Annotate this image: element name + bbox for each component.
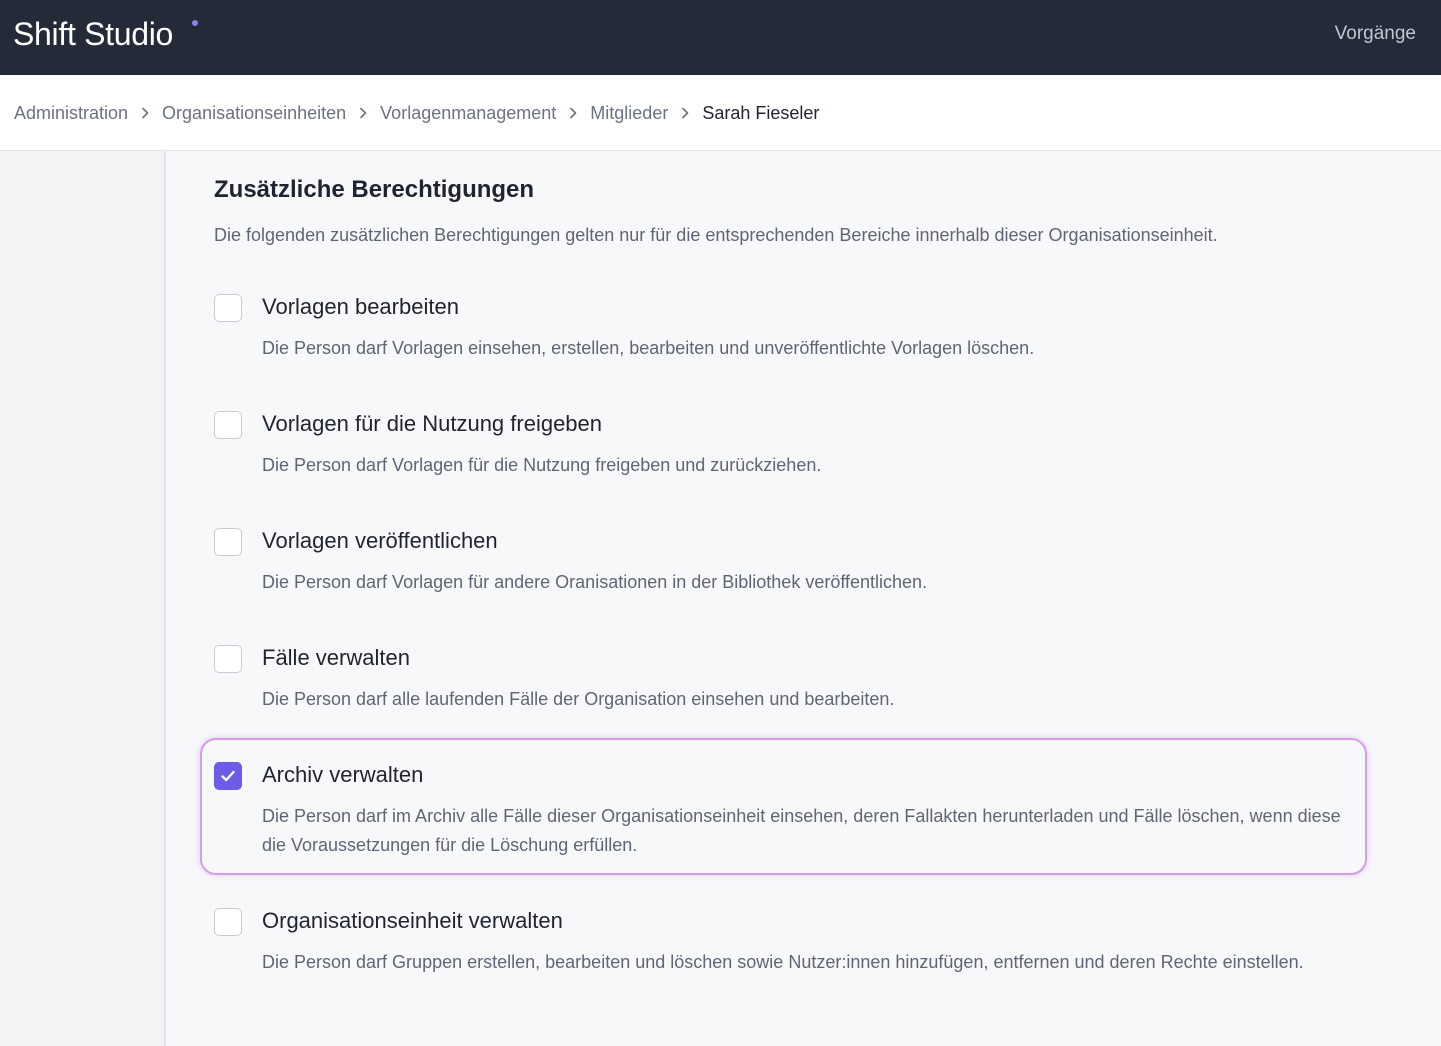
breadcrumb-administration[interactable]: Administration <box>14 101 128 125</box>
chevron-right-icon <box>346 107 380 119</box>
breadcrumb-mitglieder[interactable]: Mitglieder <box>590 101 668 125</box>
section-title: Zusätzliche Berechtigungen <box>214 176 535 203</box>
permission-description: Die Person darf Gruppen erstellen, bearb… <box>262 952 1304 972</box>
chevron-right-icon <box>668 107 702 119</box>
breadcrumb: Administration Organisationseinheiten Vo… <box>14 101 819 125</box>
breadcrumb-bar: Administration Organisationseinheiten Vo… <box>0 75 1441 151</box>
permission-description: Die Person darf Vorlagen einsehen, erste… <box>262 338 1035 358</box>
breadcrumb-current-member: Sarah Fieseler <box>702 103 820 123</box>
chevron-right-icon <box>556 107 590 119</box>
permission-description: Die Person darf alle laufenden Fälle der… <box>262 689 895 709</box>
breadcrumb-organisationseinheiten[interactable]: Organisationseinheiten <box>162 101 346 125</box>
permission-checkbox[interactable] <box>214 294 242 322</box>
permission-title: Fälle verwalten <box>262 645 410 670</box>
permission-checkbox[interactable] <box>214 528 242 556</box>
brand-dot <box>192 20 198 26</box>
nav-link-vorgaenge[interactable]: Vorgänge <box>1335 22 1416 46</box>
permission-title: Organisationseinheit verwalten <box>262 908 563 933</box>
chevron-right-icon <box>128 107 162 119</box>
permission-checkbox[interactable] <box>214 411 242 439</box>
top-bar: Shift Studio Vorgänge <box>0 0 1441 75</box>
permission-description: Die Person darf im Archiv alle Fälle die… <box>262 806 1341 855</box>
permission-title: Vorlagen veröffentlichen <box>262 528 498 553</box>
permission-title: Archiv verwalten <box>262 762 424 787</box>
permission-title: Vorlagen für die Nutzung freigeben <box>262 411 603 436</box>
permission-item-archiv-verwalten: Archiv verwalten Die Person darf im Arch… <box>200 738 1367 875</box>
main-content: Zusätzliche Berechtigungen Die folgenden… <box>166 151 1441 1046</box>
permission-checkbox[interactable] <box>214 908 242 936</box>
brand-logo[interactable]: Shift Studio <box>13 14 173 54</box>
checkmark-icon <box>221 770 235 782</box>
permission-checkbox[interactable] <box>214 645 242 673</box>
permission-checkbox-checked[interactable] <box>214 762 242 790</box>
permission-title: Vorlagen bearbeiten <box>262 294 459 319</box>
permission-description: Die Person darf Vorlagen für andere Oran… <box>262 572 928 592</box>
section-description: Die folgenden zusätzlichen Berechtigunge… <box>214 225 1218 245</box>
breadcrumb-vorlagenmanagement[interactable]: Vorlagenmanagement <box>380 101 556 125</box>
sidebar <box>0 151 166 1046</box>
permission-description: Die Person darf Vorlagen für die Nutzung… <box>262 455 822 475</box>
